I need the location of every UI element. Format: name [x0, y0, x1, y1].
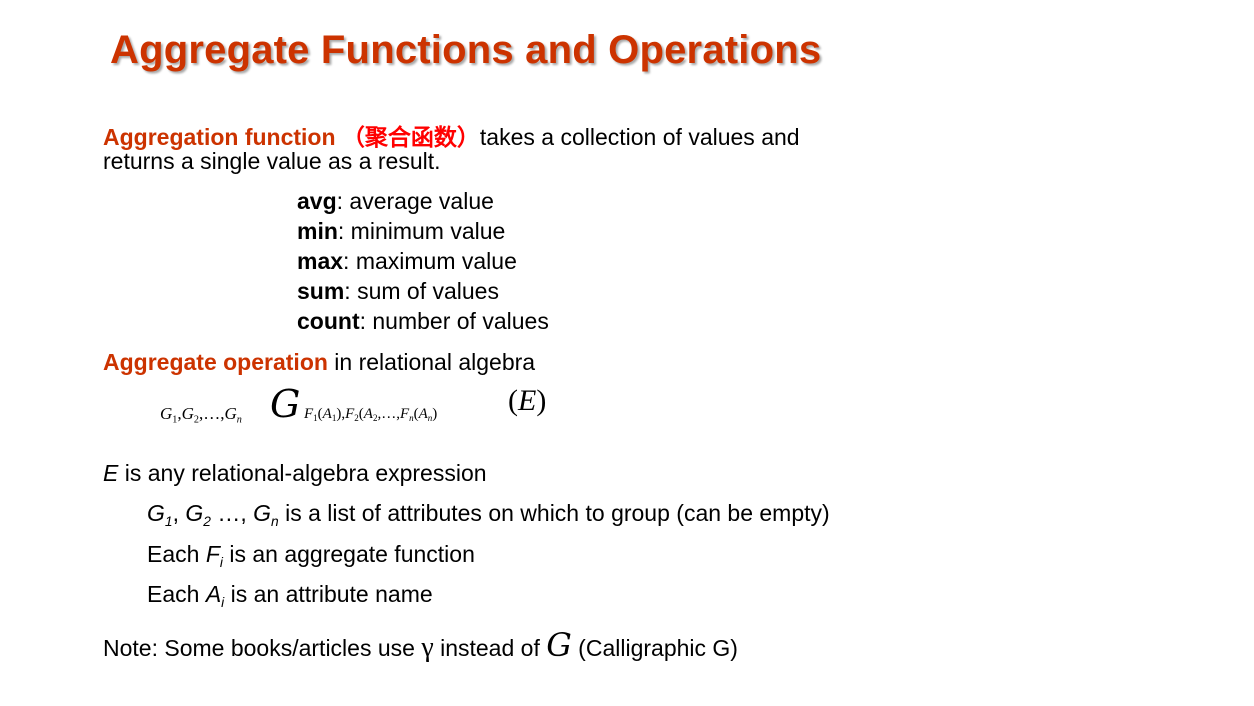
- gamma-symbol: γ: [421, 632, 434, 663]
- formula-aggregates: F1(A1),F2(A2,…,Fn(An): [304, 406, 438, 424]
- f-explanation: Each Fi is an aggregate function: [147, 541, 475, 569]
- calligraphic-g-symbol: G: [270, 382, 301, 426]
- function-list: avg: average value min: minimum value ma…: [297, 186, 549, 336]
- function-desc: : average value: [336, 188, 494, 214]
- function-item-sum: sum: sum of values: [297, 276, 549, 306]
- f-pre: Each: [147, 541, 206, 567]
- g1-sub: 1: [164, 513, 173, 529]
- intro-line-2: returns a single value as a result.: [103, 148, 441, 174]
- note-mid: instead of: [433, 635, 547, 661]
- function-name: min: [297, 218, 338, 244]
- gn-var: G: [253, 500, 271, 526]
- note-line: Note: Some books/articles use γ instead …: [103, 629, 738, 664]
- g1-var: G: [147, 500, 165, 526]
- g-list-explanation: G1, G2 …, Gn is a list of attributes on …: [147, 500, 830, 529]
- g-sep-2: …,: [210, 500, 254, 526]
- aggregate-operation-term: Aggregate operation: [103, 349, 328, 375]
- function-desc: : sum of values: [344, 278, 499, 304]
- a-pre: Each: [147, 581, 206, 607]
- e-explanation: E is any relational-algebra expression: [103, 460, 487, 487]
- function-name: avg: [297, 188, 337, 214]
- g-list-text: is a list of attributes on which to grou…: [278, 500, 830, 526]
- function-item-min: min: minimum value: [297, 216, 549, 246]
- a-text: is an attribute name: [224, 581, 433, 607]
- function-name: sum: [297, 278, 345, 304]
- formula-expression: (E): [508, 384, 547, 417]
- calligraphic-g-note-symbol: G: [546, 626, 572, 664]
- aggregation-function-cjk: （聚合函数）: [341, 124, 480, 150]
- function-item-avg: avg: average value: [297, 186, 549, 216]
- function-desc: : maximum value: [343, 248, 517, 274]
- function-item-count: count: number of values: [297, 306, 549, 336]
- intro-rest: takes a collection of values and: [479, 124, 800, 150]
- note-pre: Note: Some books/articles use: [103, 635, 422, 661]
- note-post: (Calligraphic G): [571, 635, 738, 661]
- g2-var: G: [185, 500, 204, 526]
- function-name: count: [297, 308, 360, 334]
- g2-sub: 2: [203, 513, 211, 529]
- function-desc: : number of values: [359, 308, 549, 334]
- function-name: max: [297, 248, 344, 274]
- aggregation-function-term: Aggregation function: [103, 124, 336, 150]
- a-explanation: Each Ai is an attribute name: [147, 581, 433, 609]
- formula-groups: G1,G2,…,Gn: [160, 404, 242, 426]
- intro-line-1: Aggregation function （聚合函数）takes a colle…: [103, 118, 800, 152]
- slide-title: Aggregate Functions and Operations: [110, 28, 822, 72]
- operation-line: Aggregate operation in relational algebr…: [103, 349, 535, 376]
- gn-sub: n: [271, 513, 279, 529]
- a-var: A: [205, 581, 222, 607]
- f-text: is an aggregate function: [222, 541, 475, 567]
- e-text: is any relational-algebra expression: [118, 460, 487, 486]
- function-desc: : minimum value: [337, 218, 506, 244]
- f-var: F: [205, 541, 220, 567]
- e-variable: E: [103, 460, 119, 486]
- function-item-max: max: maximum value: [297, 246, 549, 276]
- operation-rest: in relational algebra: [327, 349, 536, 375]
- g-sep-1: ,: [172, 500, 186, 526]
